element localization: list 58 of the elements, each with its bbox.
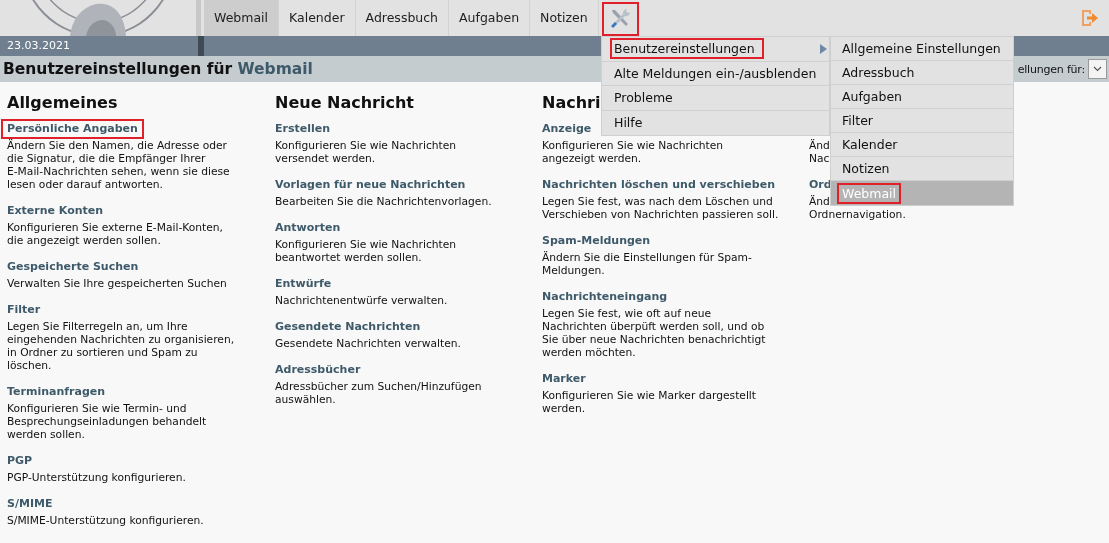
settings-description: Bearbeiten Sie die Nachrichtenvorlagen.: [275, 195, 492, 208]
settings-link[interactable]: Gespeicherte Suchen: [7, 259, 139, 275]
settings-description: Legen Sie fest, wie oft auf neue Nachrichten überpüft werden soll, und ob Sie über neue Nachrichten benachrichtigt werden möchten.: [542, 307, 766, 359]
settings-link[interactable]: Anzeige: [542, 121, 592, 137]
submenu-item[interactable]: Kalender: [837, 134, 903, 155]
settings-link[interactable]: Persönliche Angaben: [1, 119, 144, 139]
submenu-item[interactable]: Filter: [837, 110, 878, 131]
tools-button[interactable]: [601, 2, 639, 36]
settings-link[interactable]: Vorlagen für neue Nachrichten: [275, 177, 466, 193]
settings-description: Konfigurieren Sie wie Termin- und Besprechungseinladungen behandelt werden sollen.: [7, 402, 207, 441]
date-label: 23.03.2021: [7, 39, 70, 52]
submenu-item[interactable]: Allgemeine Einstellungen: [837, 38, 1006, 59]
submenu-item[interactable]: Aufgaben: [837, 86, 908, 107]
settings-for-dropdown[interactable]: [1088, 59, 1107, 79]
menu-item[interactable]: Benutzereinstellungen: [610, 38, 764, 60]
settings-link[interactable]: S/MIME: [7, 496, 53, 512]
page-title: Benutzereinstellungen für Webmail: [3, 60, 313, 78]
menu-item[interactable]: Probleme: [610, 87, 682, 109]
settings-description: Legen Sie Filterregeln an, um Ihre eingehenden Nachrichten zu organisieren, in Ordner zu sortieren und Spam zu löschen.: [7, 320, 235, 372]
settings-description: Gesendete Nachrichten verwalten.: [275, 337, 461, 350]
settings-description: Konfigurieren Sie wie Nachrichten beantwortet werden sollen.: [275, 238, 457, 264]
menu-item[interactable]: Alte Meldungen ein-/ausblenden: [610, 62, 826, 84]
settings-link[interactable]: Nachrichteneingang: [542, 289, 668, 305]
settings-link[interactable]: Gesendete Nachrichten: [275, 319, 421, 335]
settings-description: Änd Nac: [809, 139, 830, 165]
settings-link[interactable]: Antworten: [275, 220, 341, 236]
settings-link[interactable]: Externe Konten: [7, 203, 104, 219]
submenu-item[interactable]: Adressbuch: [837, 62, 920, 83]
settings-link[interactable]: Marker: [542, 371, 586, 387]
settings-description: Konfigurieren Sie wie Nachrichten versendet werden.: [275, 139, 457, 165]
settings-description: PGP-Unterstützung konfigurieren.: [7, 471, 186, 484]
settings-description: S/MIME-Unterstützung konfigurieren.: [7, 514, 204, 527]
section-heading: Allgemeines: [7, 92, 118, 113]
settings-link[interactable]: Nachrichten löschen und verschieben: [542, 177, 775, 193]
settings-link[interactable]: Spam-Meldungen: [542, 233, 651, 249]
settings-link[interactable]: Adressbücher: [275, 362, 361, 378]
chevron-icon: [1093, 66, 1102, 72]
settings-link[interactable]: Erstellen: [275, 121, 331, 137]
settings-for-label: ellungen für:: [1017, 62, 1085, 76]
nav-tab[interactable]: Webmail: [204, 0, 280, 36]
section-heading: Neue Nachricht: [275, 92, 414, 113]
settings-link[interactable]: Entwürfe: [275, 276, 332, 292]
settings-description: Konfigurieren Sie wie Nachrichten angezeigt werden.: [542, 139, 724, 165]
menu-item[interactable]: Hilfe: [610, 112, 652, 134]
section-heading: Nachri: [542, 92, 601, 113]
settings-description: Adressbücher zum Suchen/Hinzufügen auswählen.: [275, 380, 482, 406]
settings-description: Konfigurieren Sie externe E-Mail-Konten, die angezeigt werden sollen.: [7, 221, 223, 247]
settings-description: Legen Sie fest, was nach dem Löschen und Verschieben von Nachrichten passieren soll.: [542, 195, 779, 221]
settings-description: Konfigurieren Sie wie Marker dargestellt werden.: [542, 389, 757, 415]
settings-description: Verwalten Sie Ihre gespeicherten Suchen: [7, 277, 227, 290]
settings-link[interactable]: Filter: [7, 302, 41, 318]
settings-description: Ändern Sie die Einstellungen für Spam- Meldungen.: [542, 251, 752, 277]
settings-link[interactable]: Terminanfragen: [7, 384, 106, 400]
settings-link[interactable]: PGP: [7, 453, 33, 469]
settings-description: Nachrichtenentwürfe verwalten.: [275, 294, 448, 307]
settings-description: Ändern Sie den Namen, die Adresse oder die Signatur, die die Empfänger Ihrer E-Mail-Nachrichten sehen, wenn sie diese lesen oder darauf antworten.: [7, 139, 230, 191]
logout-icon[interactable]: [1079, 8, 1099, 28]
submenu-item[interactable]: Notizen: [837, 158, 895, 179]
